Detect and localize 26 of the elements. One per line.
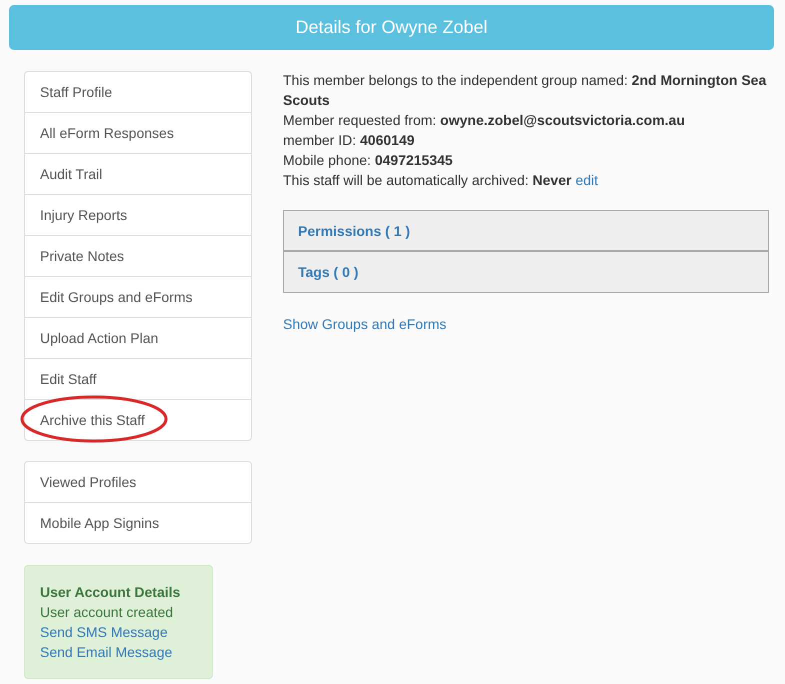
panel-title[interactable]: Tags ( 0 )	[298, 262, 358, 282]
sidebar-menu-item[interactable]: Injury Reports	[25, 195, 251, 235]
sidebar-menu-item[interactable]: Edit Staff	[25, 359, 251, 399]
sidebar-menu-item[interactable]: Private Notes	[25, 236, 251, 276]
collapsible-panel[interactable]: Permissions ( 1 )	[283, 210, 769, 252]
sidebar-menu-item[interactable]: Audit Trail	[25, 154, 251, 194]
member-info-text: This staff will be automatically archived: Never	[283, 171, 572, 190]
edit-link[interactable]: edit	[575, 170, 598, 190]
page-header: Details for Owyne Zobel	[9, 5, 774, 50]
sidebar-menu-item[interactable]: Staff Profile	[25, 72, 251, 112]
member-info-text: member ID: 4060149	[283, 131, 415, 150]
sidebar-menu-item[interactable]: Edit Groups and eForms	[25, 277, 251, 317]
account-title: User Account Details	[40, 583, 182, 602]
sidebar-menu-item[interactable]: All eForm Responses	[25, 113, 251, 153]
member-info-text: Mobile phone: 0497215345	[283, 151, 453, 170]
message-link[interactable]: Send SMS Message	[40, 622, 168, 642]
sidebar-menu-item[interactable]: Archive this Staff	[25, 400, 251, 440]
account-status: User account created	[40, 603, 174, 622]
message-link[interactable]: Send Email Message	[40, 642, 172, 662]
panel-title[interactable]: Permissions ( 1 )	[298, 220, 410, 240]
sidebar-menu-item[interactable]: Upload Action Plan	[25, 318, 251, 358]
sidebar-menu-item[interactable]: Mobile App Signins	[25, 503, 251, 543]
member-info-text: Member requested from: owyne.zobel@scoutsvictoria.com.au	[283, 111, 685, 130]
collapsible-panel[interactable]: Tags ( 0 )	[283, 251, 769, 293]
show-groups-link[interactable]: Show Groups and eForms	[283, 314, 446, 334]
sidebar-menu-item[interactable]: Viewed Profiles	[25, 462, 251, 502]
